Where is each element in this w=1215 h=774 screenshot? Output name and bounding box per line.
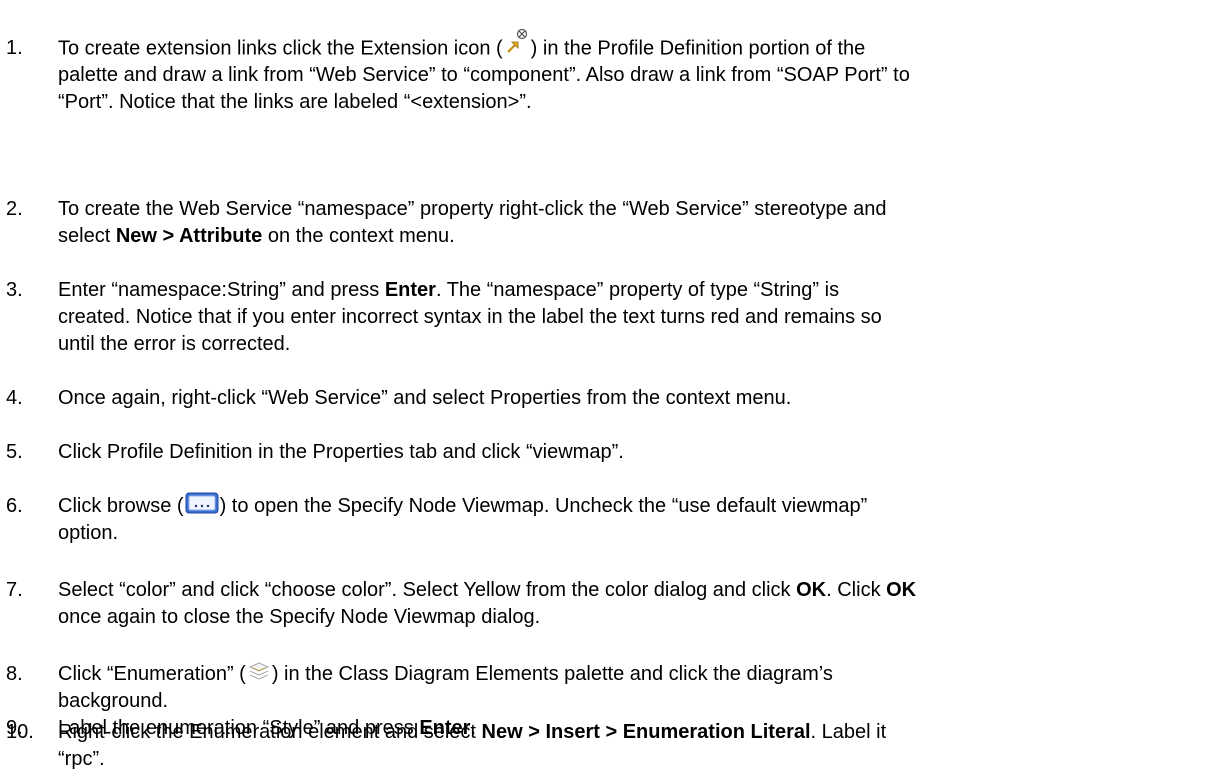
list-item: 3. Enter “namespace:String” and press Ent… — [0, 278, 1215, 359]
text-segment: . The “namespace” property of type “Stri… — [435, 279, 840, 301]
list-item-text-line: To create the Web Service “namespace” pr… — [58, 197, 1208, 221]
emphasized-text: New > Insert > Enumeration Literal — [481, 721, 811, 743]
list-item-text-line: “Port”. Notice that the links are labele… — [58, 90, 1208, 114]
emphasized-text: OK — [796, 579, 827, 601]
text-segment: palette and draw a link from “Web Servic… — [58, 64, 910, 86]
text-segment: To create the Web Service “namespace” pr… — [58, 198, 887, 220]
text-segment: background. — [58, 690, 169, 712]
list-item-number: 4. — [6, 387, 23, 409]
list-item: 4. Once again, right-click “Web Service” … — [0, 386, 1215, 413]
list-item-number: 10. — [6, 721, 34, 743]
list-item: 10. Right-click the Enumeration element a… — [0, 720, 1215, 774]
text-segment: To create extension links click the Exte… — [58, 37, 503, 60]
list-item-text-line: option. — [58, 521, 1208, 545]
emphasized-text: New > Attribute — [115, 225, 263, 247]
text-segment: option. — [58, 522, 119, 544]
list-item-text-line: palette and draw a link from “Web Servic… — [58, 63, 1208, 87]
list-item-number: 2. — [6, 198, 23, 220]
text-segment: . Label it — [810, 721, 887, 743]
text-segment: until the error is corrected. — [58, 333, 291, 355]
text-segment: ) in the Class Diagram Elements palette … — [271, 663, 833, 685]
text-segment: . Click — [826, 579, 887, 601]
text-segment: Enter “namespace:String” and press — [58, 279, 385, 301]
list-item-text-line: Enter “namespace:String” and press Enter… — [58, 278, 1208, 302]
text-segment: Right-click the Enumeration element and … — [58, 721, 482, 743]
list-item-text-line: To create extension links click the Exte… — [58, 28, 1208, 62]
emphasized-text: Enter — [384, 279, 436, 301]
text-segment: “Port”. Notice that the links are labele… — [58, 91, 532, 113]
list-item-text-line: background. — [58, 689, 1208, 713]
list-item: 8. Click “Enumeration” ( ) in the Class Di… — [0, 662, 1215, 716]
text-segment: ) in the Profile Definition portion of t… — [530, 37, 866, 60]
list-item: 7. Select “color” and click “choose color… — [0, 578, 1215, 632]
list-item-text-line: “rpc”. — [58, 747, 1208, 771]
list-item-text-line: once again to close the Specify Node Vie… — [58, 605, 1208, 629]
list-item-text-line: until the error is corrected. — [58, 332, 1208, 356]
list-item-number: 3. — [6, 279, 23, 301]
extension-icon — [506, 28, 527, 53]
list-item-text-line: Right-click the Enumeration element and … — [58, 720, 1208, 744]
text-segment: Select “color” and click “choose color”.… — [58, 579, 797, 601]
emphasized-text: OK — [886, 579, 917, 601]
list-item-number: 6. — [6, 495, 23, 517]
list-item-number: 5. — [6, 441, 23, 463]
list-item-number: 7. — [6, 579, 23, 601]
list-item: 2. To create the Web Service “namespace” … — [0, 197, 1215, 251]
list-item-text-line: created. Notice that if you enter incorr… — [58, 305, 1208, 329]
list-item-text-line: Once again, right-click “Web Service” an… — [58, 386, 1208, 410]
text-segment: Click browse ( — [58, 495, 184, 517]
text-segment: select — [58, 225, 116, 247]
list-item-text-line: Click browse ( ) to open the Specify Node… — [58, 492, 1208, 518]
text-segment: Click Profile Definition in the Properti… — [58, 441, 624, 463]
text-segment: ) to open the Specify Node Viewmap. Unch… — [219, 495, 868, 517]
list-item-text-line: Click “Enumeration” ( ) in the Class Diag… — [58, 662, 1208, 686]
text-segment: once again to close the Specify Node Vie… — [58, 606, 541, 628]
enumeration-icon — [248, 662, 269, 680]
list-item-text-line: Click Profile Definition in the Properti… — [58, 440, 1208, 464]
list-item-text-line: select New > Attribute on the context me… — [58, 224, 1208, 248]
list-item-text-line: Select “color” and click “choose color”.… — [58, 578, 1208, 602]
text-segment: “rpc”. — [58, 748, 105, 770]
list-item-number: 1. — [6, 37, 23, 59]
text-segment: created. Notice that if you enter incorr… — [58, 306, 882, 328]
text-segment: Once again, right-click “Web Service” an… — [58, 387, 792, 409]
text-segment: on the context menu. — [262, 225, 455, 247]
list-item: 5. Click Profile Definition in the Proper… — [0, 440, 1215, 467]
browse-icon — [185, 492, 219, 514]
list-item: 1. To create extension links click the Ex… — [0, 28, 1215, 117]
list-item-number: 8. — [6, 663, 23, 685]
list-item: 6. Click browse ( ) to open the Specify No… — [0, 492, 1215, 548]
text-segment: Click “Enumeration” ( — [58, 663, 246, 685]
